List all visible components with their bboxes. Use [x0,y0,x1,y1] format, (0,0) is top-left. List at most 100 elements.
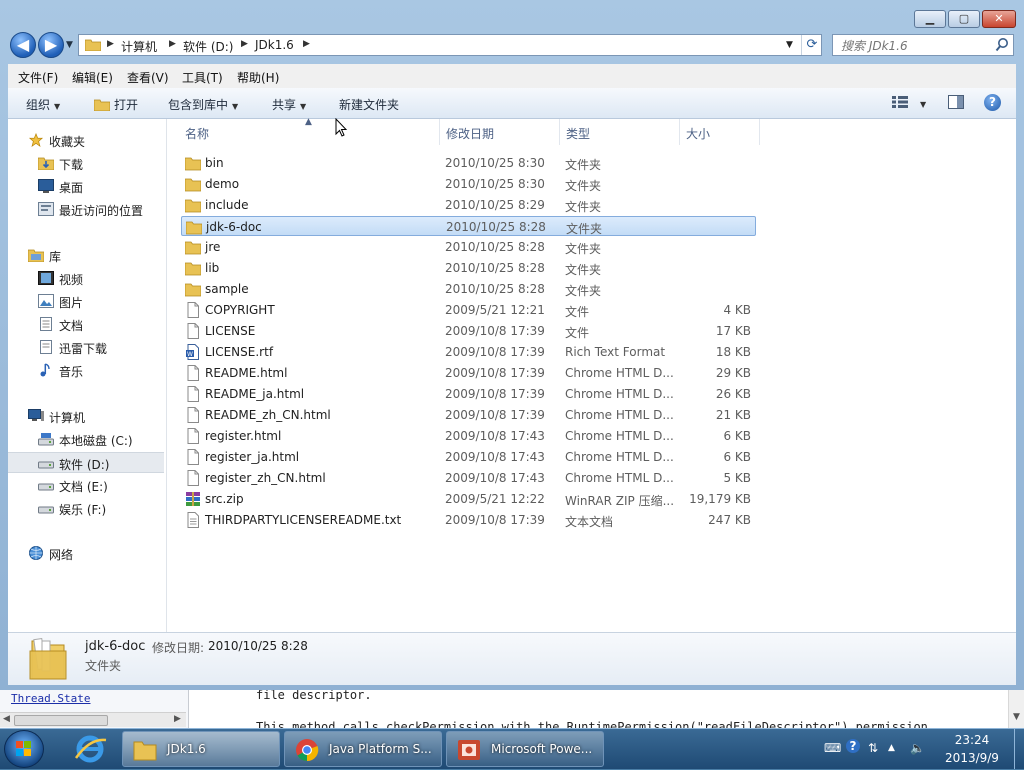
table-row[interactable]: LICENSE 2009/10/8 17:39 文件 17 KB [181,321,756,341]
clock-date[interactable]: 2013/9/9 [936,751,1008,765]
sidebar-item-drive-c[interactable]: 本地磁盘 (C:) [8,429,164,450]
address-bar[interactable]: ▶ 计算机 ▶ 软件 (D:) ▶ JDk1.6 ▶ ▼ ⟳ [78,34,822,56]
column-header-date[interactable]: 修改日期 [446,125,494,142]
help-tray-icon[interactable]: ? [846,739,860,753]
sidebar-item-drive-d[interactable]: 软件 (D:) [8,452,164,473]
table-row[interactable]: register_ja.html 2009/10/8 17:43 Chrome HT… [181,447,756,467]
column-divider[interactable] [559,119,560,145]
file-type: 文件夹 [565,263,602,277]
volume-icon[interactable]: 🔈 [910,741,925,755]
horizontal-scrollbar[interactable]: ◀ ▶ [0,712,186,727]
view-options-button[interactable]: ▼ [892,96,926,110]
include-library-button[interactable]: 包含到库中 ▼ [168,96,238,113]
menu-edit[interactable]: 编辑(E) [72,69,113,86]
recent-pages-dropdown-icon[interactable]: ▼ [66,40,73,50]
file-size: 17 KB [715,324,751,338]
task-explorer[interactable]: JDk1.6 [122,731,280,767]
address-history-dropdown-icon[interactable]: ▼ [786,40,793,50]
scroll-left-icon[interactable]: ◀ [3,714,10,724]
keyboard-icon[interactable]: ⌨ [824,741,841,755]
thread-state-link[interactable]: Thread.State [11,692,90,705]
breadcrumb-jdk[interactable]: JDk1.6 [255,38,294,52]
sidebar-item-downloads[interactable]: 下载 [8,153,164,174]
sidebar-computer[interactable]: 计算机 [8,406,164,427]
table-row[interactable]: jre 2010/10/25 8:28 文件夹 [181,237,756,257]
open-button[interactable]: 打开 [93,96,138,113]
table-row-selected[interactable]: jdk-6-doc 2010/10/25 8:28 文件夹 [181,216,756,236]
task-powerpoint[interactable]: Microsoft Powe... [446,731,604,767]
breadcrumb-separator-icon[interactable]: ▶ [303,39,310,49]
file-type: WinRAR ZIP 压缩... [565,494,675,508]
table-row[interactable]: bin 2010/10/25 8:30 文件夹 [181,153,756,173]
sidebar-item-music[interactable]: 音乐 [8,360,164,381]
search-icon[interactable] [995,37,1009,53]
search-input[interactable] [833,35,1003,57]
column-divider[interactable] [439,119,440,145]
search-box[interactable] [832,34,1014,57]
table-row[interactable]: src.zip 2009/5/21 12:22 WinRAR ZIP 压缩... 19… [181,489,756,509]
vertical-scrollbar[interactable]: ▼ [1008,690,1024,728]
network-tray-icon[interactable]: ⇅ [868,741,878,755]
column-header-size[interactable]: 大小 [686,125,710,142]
table-row[interactable]: register_zh_CN.html 2009/10/8 17:43 Chrome… [181,468,756,488]
show-desktop-button[interactable] [1014,729,1024,769]
breadcrumb-separator-icon[interactable]: ▶ [169,39,176,49]
refresh-icon[interactable]: ⟳ [801,35,822,55]
table-row[interactable]: demo 2010/10/25 8:30 文件夹 [181,174,756,194]
share-button[interactable]: 共享 ▼ [272,96,306,113]
preview-pane-button[interactable] [948,95,964,112]
sidebar-item-recent-places[interactable]: 最近访问的位置 [8,199,164,220]
new-folder-button[interactable]: 新建文件夹 [339,96,399,113]
table-row[interactable]: lib 2010/10/25 8:28 文件夹 [181,258,756,278]
column-divider[interactable] [679,119,680,145]
sidebar-item-thunder-downloads[interactable]: 迅雷下载 [8,337,164,358]
scrollbar-thumb[interactable] [14,715,108,726]
sidebar-libraries[interactable]: 库 [8,245,164,266]
table-row[interactable]: include 2010/10/25 8:29 文件夹 [181,195,756,215]
file-icon [187,323,199,339]
organize-button[interactable]: 组织 ▼ [26,96,60,113]
file-icon [187,386,199,402]
breadcrumb-separator-icon[interactable]: ▶ [241,39,248,49]
menu-view[interactable]: 查看(V) [127,69,169,86]
internet-explorer-pin[interactable] [64,732,116,766]
menu-tools[interactable]: 工具(T) [182,69,223,86]
menu-file[interactable]: 文件(F) [18,69,58,86]
sidebar-item-desktop[interactable]: 桌面 [8,176,164,197]
sidebar-item-drive-e[interactable]: 文档 (E:) [8,475,164,496]
menu-help[interactable]: 帮助(H) [237,69,279,86]
minimize-button[interactable]: ▁ [914,10,946,28]
table-row[interactable]: W LICENSE.rtf 2009/10/8 17:39 Rich Text For… [181,342,756,362]
folder-icon [185,241,201,255]
table-row[interactable]: README_ja.html 2009/10/8 17:39 Chrome HTML… [181,384,756,404]
table-row[interactable]: README_zh_CN.html 2009/10/8 17:39 Chrome H… [181,405,756,425]
table-row[interactable]: README.html 2009/10/8 17:39 Chrome HTML D.… [181,363,756,383]
task-chrome[interactable]: Java Platform S... [284,731,442,767]
forward-button[interactable]: ▶ [38,32,64,58]
sidebar-item-drive-f[interactable]: 娱乐 (F:) [8,498,164,519]
maximize-button[interactable]: ▢ [948,10,980,28]
table-row[interactable]: register.html 2009/10/8 17:43 Chrome HTML … [181,426,756,446]
column-header-name[interactable]: 名称 [185,125,209,142]
scroll-down-icon[interactable]: ▼ [1013,712,1020,722]
table-row[interactable]: sample 2010/10/25 8:28 文件夹 [181,279,756,299]
sidebar-network[interactable]: 网络 [8,543,164,564]
sidebar-item-pictures[interactable]: 图片 [8,291,164,312]
breadcrumb-computer[interactable]: 计算机 [121,38,157,55]
breadcrumb-separator-icon[interactable]: ▶ [107,39,114,49]
breadcrumb-drive-d[interactable]: 软件 (D:) [183,38,233,55]
clock-time[interactable]: 23:24 [944,733,1000,747]
column-divider[interactable] [759,119,760,145]
start-button[interactable] [4,730,44,768]
back-button[interactable]: ◀ [10,32,36,58]
sidebar-item-videos[interactable]: 视频 [8,268,164,289]
help-button[interactable]: ? [984,94,1001,111]
table-row[interactable]: THIRDPARTYLICENSEREADME.txt 2009/10/8 17:… [181,510,756,530]
close-button[interactable]: ✕ [982,10,1016,28]
scroll-right-icon[interactable]: ▶ [174,714,181,724]
table-row[interactable]: COPYRIGHT 2009/5/21 12:21 文件 4 KB [181,300,756,320]
column-header-type[interactable]: 类型 [566,125,590,142]
show-hidden-icons[interactable]: ▲ [888,743,895,753]
sidebar-favorites[interactable]: 收藏夹 [8,130,164,151]
sidebar-item-documents[interactable]: 文档 [8,314,164,335]
